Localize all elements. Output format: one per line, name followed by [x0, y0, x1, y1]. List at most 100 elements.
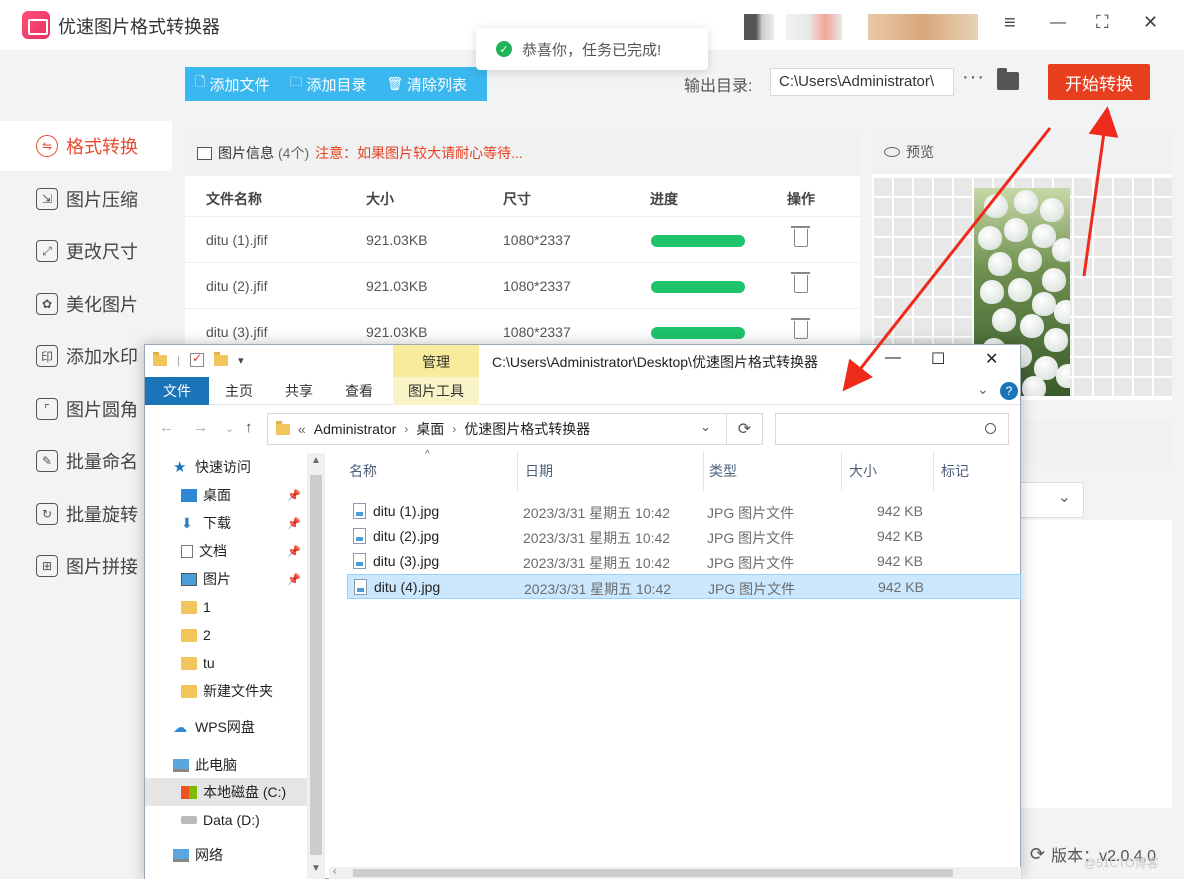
add-directory-button[interactable]: 🗀 添加目录: [279, 73, 376, 95]
nav-item[interactable]: 文档 📌: [145, 537, 307, 565]
nav-item-label: 此电脑: [195, 757, 237, 773]
file-row[interactable]: ditu (2).jpg 2023/3/31 星期五 10:42 JPG 图片文件 9…: [347, 524, 1021, 549]
sidebar-item-2[interactable]: ⇲ 图片压缩: [0, 174, 172, 224]
address-bar[interactable]: « Administrator › 桌面 › 优速图片格式转换器: [267, 413, 727, 445]
breadcrumb-app-folder[interactable]: 优速图片格式转换器: [464, 419, 590, 439]
table-row[interactable]: ditu (1).jfif 921.03KB 1080*2337: [185, 216, 860, 262]
refresh-button[interactable]: ⟳: [727, 413, 763, 445]
address-overflow[interactable]: «: [298, 421, 306, 437]
column-divider[interactable]: [703, 451, 704, 491]
breadcrumb-desktop[interactable]: 桌面: [416, 419, 444, 439]
cloud-icon: ☁: [173, 718, 187, 735]
col-date[interactable]: 日期: [525, 461, 553, 481]
help-icon[interactable]: ?: [1000, 382, 1018, 400]
start-convert-button[interactable]: 开始转换: [1048, 64, 1150, 100]
tab-view[interactable]: 查看: [337, 377, 381, 405]
explorer-close-button[interactable]: ✕: [985, 349, 998, 369]
nav-item[interactable]: Data (D:): [145, 806, 307, 834]
file-row[interactable]: ditu (3).jpg 2023/3/31 星期五 10:42 JPG 图片文件 9…: [347, 549, 1021, 574]
nav-item[interactable]: tu: [145, 649, 307, 677]
nav-item[interactable]: 本地磁盘 (C:): [145, 778, 307, 806]
sidebar-item-label: 添加水印: [66, 347, 138, 367]
customize-qa-icon[interactable]: ▾: [238, 354, 244, 367]
breadcrumb-administrator[interactable]: Administrator: [314, 421, 396, 437]
col-type[interactable]: 类型: [709, 461, 737, 481]
maximize-button[interactable]: ⛶: [1096, 12, 1109, 33]
explorer-maximize-button[interactable]: ☐: [931, 349, 945, 369]
pin-icon[interactable]: 📌: [287, 573, 301, 586]
minimize-button[interactable]: —: [1050, 14, 1066, 32]
refresh-icon[interactable]: ⟳: [1030, 844, 1045, 865]
recent-locations-icon[interactable]: ⌄: [225, 422, 234, 435]
column-divider[interactable]: [841, 451, 842, 491]
column-divider[interactable]: [517, 451, 518, 491]
tab-picture-tools[interactable]: 图片工具: [393, 377, 479, 405]
column-divider[interactable]: [933, 451, 934, 491]
output-dir-input[interactable]: C:\Users\Administrator\: [770, 68, 954, 96]
nav-item[interactable]: 此电脑: [145, 751, 307, 779]
open-folder-icon[interactable]: [997, 68, 1019, 90]
hscroll-thumb[interactable]: [353, 869, 953, 877]
new-folder-icon[interactable]: [214, 351, 229, 366]
pin-icon[interactable]: 📌: [287, 545, 301, 558]
col-tags[interactable]: 标记: [941, 461, 969, 481]
ribbon-expand-icon[interactable]: ⌄: [977, 381, 989, 398]
progress-bar: [651, 235, 745, 247]
tab-file[interactable]: 文件: [145, 377, 209, 405]
delete-trash-icon[interactable]: [791, 318, 810, 339]
sidebar-item-1[interactable]: ⇋ 格式转换: [0, 121, 172, 171]
file-row[interactable]: ditu (1).jpg 2023/3/31 星期五 10:42 JPG 图片文件 9…: [347, 499, 1021, 524]
delete-trash-icon[interactable]: [791, 226, 810, 247]
nav-item[interactable]: 网络: [145, 841, 307, 869]
document-icon: [181, 544, 193, 558]
tab-share[interactable]: 共享: [277, 377, 321, 405]
file-date: 2023/3/31 星期五 10:42: [523, 555, 671, 571]
col-dimensions: 尺寸: [503, 191, 531, 207]
col-name[interactable]: 名称: [349, 461, 377, 481]
format-select[interactable]: [1020, 482, 1084, 518]
scroll-left-icon[interactable]: ‹: [333, 866, 336, 877]
user-avatar[interactable]: [744, 14, 774, 40]
forward-arrow-icon[interactable]: →: [193, 419, 208, 436]
delete-trash-icon[interactable]: [791, 272, 810, 293]
col-size[interactable]: 大小: [849, 461, 877, 481]
nav-item[interactable]: ⬇ 下载 📌: [145, 509, 307, 537]
nav-item[interactable]: 新建文件夹: [145, 677, 307, 705]
properties-icon[interactable]: [190, 351, 205, 367]
rotate-icon: ↻: [36, 502, 58, 525]
clear-list-button[interactable]: 🗑 清除列表: [377, 74, 478, 95]
nav-item[interactable]: 图片 📌: [145, 565, 307, 593]
scroll-down-icon[interactable]: ▼: [311, 863, 321, 874]
nav-item[interactable]: 2: [145, 621, 307, 649]
scroll-thumb[interactable]: [310, 475, 322, 855]
nav-scrollbar[interactable]: ▲ ▼: [307, 453, 325, 879]
scroll-up-icon[interactable]: ▲: [311, 455, 321, 466]
nav-item[interactable]: ★ 快速访问: [145, 453, 307, 481]
tulip-flower: [1004, 218, 1028, 242]
sidebar-item-3[interactable]: ⤢ 更改尺寸: [0, 226, 172, 276]
progress-bar: [651, 281, 745, 293]
pin-icon[interactable]: 📌: [287, 517, 301, 530]
file-row[interactable]: ditu (4).jpg 2023/3/31 星期五 10:42 JPG 图片文件 9…: [347, 574, 1021, 599]
rename-icon: ✎: [36, 450, 58, 472]
nav-item-label: 2: [203, 627, 211, 643]
explorer-minimize-button[interactable]: —: [885, 349, 901, 367]
file-size: 942 KB: [878, 579, 924, 595]
table-row[interactable]: ditu (2).jfif 921.03KB 1080*2337: [185, 262, 860, 308]
nav-item[interactable]: 1: [145, 593, 307, 621]
address-dropdown-icon[interactable]: ⌄: [700, 419, 711, 435]
close-button[interactable]: ✕: [1143, 12, 1158, 33]
browse-more-button[interactable]: ···: [962, 66, 985, 89]
sidebar-item-4[interactable]: ✿ 美化图片: [0, 279, 172, 329]
pin-icon[interactable]: 📌: [287, 489, 301, 502]
add-file-button[interactable]: 🗋 添加文件: [185, 73, 279, 95]
up-arrow-icon[interactable]: ↑: [245, 419, 253, 436]
search-input[interactable]: [775, 413, 1009, 445]
nav-item[interactable]: ☁ WPS网盘: [145, 713, 307, 741]
menu-button[interactable]: ≡: [1004, 12, 1016, 35]
back-arrow-icon[interactable]: ←: [159, 419, 174, 436]
manage-tab[interactable]: 管理: [393, 345, 479, 379]
nav-item[interactable]: 桌面 📌: [145, 481, 307, 509]
file-list-hscrollbar[interactable]: ‹: [329, 866, 1021, 879]
tab-home[interactable]: 主页: [217, 377, 261, 405]
